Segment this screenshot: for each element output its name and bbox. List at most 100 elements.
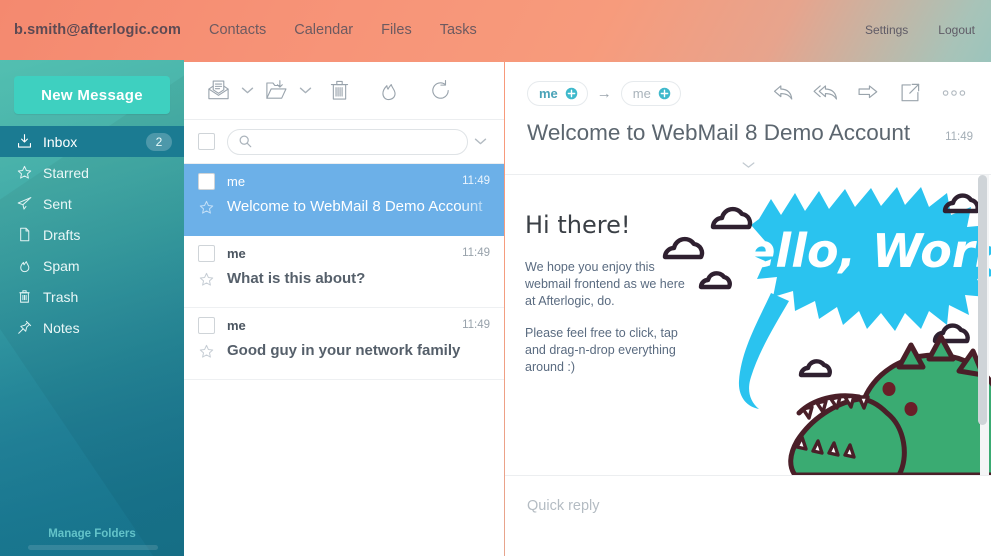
message-row-bottom: Good guy in your network family <box>184 342 504 365</box>
body-scrollbar-thumb[interactable] <box>978 175 987 425</box>
hello-world-illustration: Hello, World! <box>662 187 991 475</box>
forward-button[interactable] <box>847 76 889 110</box>
nav-files[interactable]: Files <box>381 22 412 38</box>
recipient-chip-label: me <box>632 85 651 101</box>
chevron-down-icon <box>742 161 754 168</box>
send-icon <box>14 195 34 213</box>
viewer-actions <box>763 76 977 110</box>
move-to-folder-button[interactable] <box>258 71 294 111</box>
settings-link[interactable]: Settings <box>865 23 908 37</box>
message-checkbox[interactable] <box>198 244 215 262</box>
select-all-checkbox[interactable] <box>198 133 215 150</box>
inbox-unread-badge: 2 <box>146 132 172 151</box>
reply-button[interactable] <box>763 76 805 110</box>
nav-contacts[interactable]: Contacts <box>209 22 266 38</box>
manage-folders-link[interactable]: Manage Folders <box>0 528 184 540</box>
flame-icon <box>14 257 34 275</box>
search-input[interactable] <box>253 130 467 153</box>
collapse-details-toggle[interactable] <box>505 155 991 175</box>
top-header: b.smith@afterlogic.com Contacts Calendar… <box>0 0 991 60</box>
sidebar-item-spam[interactable]: Spam <box>0 250 184 281</box>
reply-all-button[interactable] <box>805 76 847 110</box>
folder-list: Inbox 2 Starred Sent Drafts Spam Trash N… <box>0 126 184 343</box>
message-time: 11:49 <box>462 319 490 331</box>
message-list-scroll[interactable]: me 11:49 Welcome to WebMail 8 Demo Accou… <box>184 164 504 556</box>
refresh-button[interactable] <box>414 71 466 111</box>
sidebar-item-label: Drafts <box>43 226 81 243</box>
message-body-scroll[interactable]: Hi there! We hope you enjoy this webmail… <box>505 175 991 475</box>
inbox-icon <box>14 133 34 151</box>
logout-link[interactable]: Logout <box>938 23 975 37</box>
sidebar-item-starred[interactable]: Starred <box>0 157 184 188</box>
viewer-header: me → me <box>505 62 991 110</box>
message-row-top: me 11:49 <box>184 164 504 198</box>
sender-chip[interactable]: me <box>527 80 588 106</box>
message-checkbox[interactable] <box>198 172 215 190</box>
message-viewer-panel: me → me Welcome to WebMail 8 Demo Accoun… <box>505 62 991 556</box>
star-icon[interactable] <box>198 271 215 293</box>
direction-arrow: → <box>596 84 612 102</box>
nav-tasks[interactable]: Tasks <box>440 22 477 38</box>
sidebar-item-sent[interactable]: Sent <box>0 188 184 219</box>
delete-button[interactable] <box>316 71 362 111</box>
more-actions-button[interactable] <box>931 76 977 110</box>
sidebar-item-label: Notes <box>43 319 80 336</box>
sidebar-resize-handle[interactable] <box>28 545 158 550</box>
message-timestamp: 11:49 <box>945 131 973 143</box>
plus-circle-glyph <box>658 87 671 99</box>
message-list-item[interactable]: me 11:49 Good guy in your network family <box>184 308 504 380</box>
plus-circle-icon[interactable] <box>565 87 578 100</box>
spam-button[interactable] <box>362 71 414 111</box>
mark-read-button[interactable] <box>200 71 236 111</box>
sidebar-item-label: Starred <box>43 164 89 181</box>
message-list-item[interactable]: me 11:49 Welcome to WebMail 8 Demo Accou… <box>184 164 504 236</box>
sidebar-item-notes[interactable]: Notes <box>0 312 184 343</box>
mark-read-caret[interactable] <box>236 71 258 111</box>
message-subject-title: Welcome to WebMail 8 Demo Account <box>527 120 911 145</box>
message-sender: me <box>227 245 246 261</box>
message-time: 11:49 <box>462 247 490 259</box>
message-body: Hi there! We hope you enjoy this webmail… <box>505 175 991 475</box>
sidebar-item-label: Sent <box>43 195 72 212</box>
quick-reply-input[interactable] <box>527 498 807 514</box>
quick-reply-area[interactable] <box>505 476 991 536</box>
star-icon[interactable] <box>198 343 215 365</box>
sidebar-item-drafts[interactable]: Drafts <box>0 219 184 250</box>
pin-icon <box>14 319 34 337</box>
sidebar-item-inbox[interactable]: Inbox 2 <box>0 126 184 157</box>
speech-bubble-tail <box>738 293 789 409</box>
sidebar: New Message Inbox 2 Starred Sent Drafts … <box>0 60 184 556</box>
message-row-bottom: What is this about? <box>184 270 504 293</box>
recipient-chip[interactable]: me <box>620 80 681 106</box>
message-list-item[interactable]: me 11:49 What is this about? <box>184 236 504 308</box>
new-message-wrap: New Message <box>0 60 184 126</box>
sender-chip-label: me <box>539 85 558 101</box>
account-email: b.smith@afterlogic.com <box>14 22 182 38</box>
search-field-wrap[interactable] <box>227 128 468 155</box>
webmail-app: b.smith@afterlogic.com Contacts Calendar… <box>0 0 991 556</box>
message-row-top: me 11:49 <box>184 236 504 270</box>
star-icon <box>14 164 34 182</box>
message-list-panel: me 11:49 Welcome to WebMail 8 Demo Accou… <box>184 62 504 556</box>
message-subject: Good guy in your network family <box>227 342 461 359</box>
dinosaur-illustration <box>788 334 991 475</box>
new-message-button[interactable]: New Message <box>14 76 170 114</box>
message-sender: me <box>227 173 246 189</box>
search-options-caret[interactable] <box>468 137 492 146</box>
open-new-window-button[interactable] <box>889 76 931 110</box>
nav-calendar[interactable]: Calendar <box>294 22 353 38</box>
move-to-folder-caret[interactable] <box>294 71 316 111</box>
more-dots-icon <box>942 90 966 96</box>
message-time: 11:49 <box>462 175 490 187</box>
sidebar-item-trash[interactable]: Trash <box>0 281 184 312</box>
message-sender: me <box>227 317 246 333</box>
sidebar-item-label: Inbox <box>43 133 78 150</box>
message-checkbox[interactable] <box>198 316 215 334</box>
plus-circle-icon[interactable] <box>658 87 671 100</box>
message-list-toolbar <box>184 62 504 120</box>
star-icon[interactable] <box>198 199 215 221</box>
message-row-bottom: Welcome to WebMail 8 Demo Account <box>184 198 504 221</box>
body-scrollbar-track[interactable] <box>978 175 989 475</box>
cloud-icon <box>662 236 705 260</box>
message-subject: What is this about? <box>227 270 366 287</box>
